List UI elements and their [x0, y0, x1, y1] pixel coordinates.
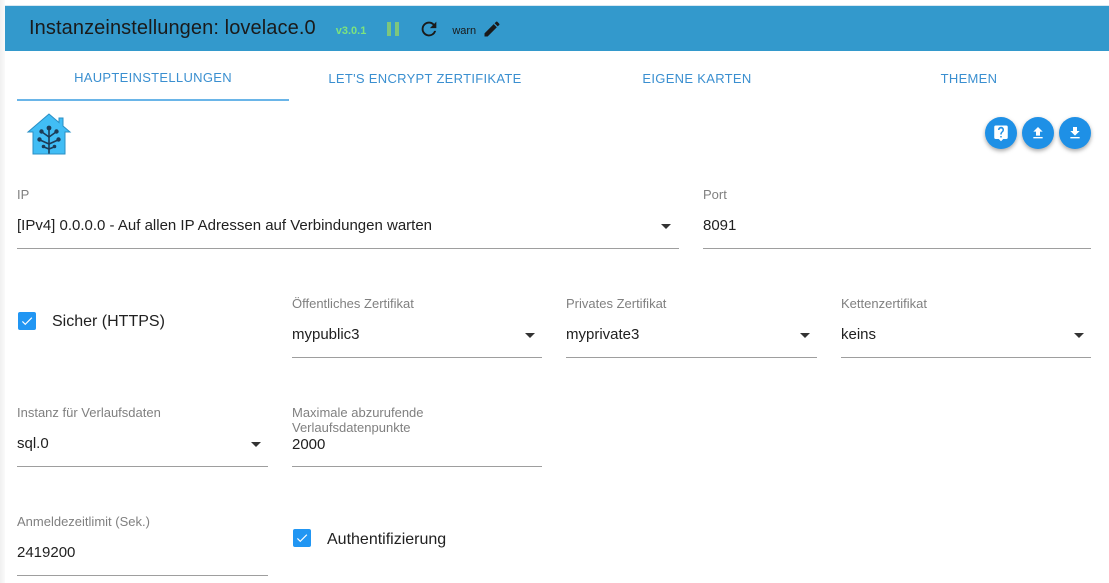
history-instance-select[interactable]: Instanz für Verlaufsdaten sql.0 — [17, 405, 268, 468]
public-cert-select[interactable]: Öffentliches Zertifikat mypublic3 — [292, 296, 542, 359]
chevron-down-icon — [661, 224, 671, 229]
upload-icon — [1033, 127, 1043, 139]
lovelace-logo-icon — [25, 112, 73, 156]
help-icon — [994, 125, 1008, 142]
ip-select[interactable]: IP [IPv4] 0.0.0.0 - Auf allen IP Adresse… — [17, 187, 679, 250]
port-value: 8091 — [703, 217, 737, 234]
edit-icon[interactable] — [482, 19, 502, 39]
tab-themen[interactable]: THEMEN — [833, 55, 1105, 101]
chevron-down-icon — [800, 333, 810, 338]
private-cert-value: myprivate3 — [566, 326, 640, 343]
auth-label: Authentifizierung — [327, 531, 447, 548]
max-history-value: 2000 — [292, 436, 326, 453]
port-underline — [703, 248, 1091, 249]
chain-cert-value: keins — [841, 326, 877, 343]
max-history-label-2: Verlaufsdatenpunkte — [292, 420, 411, 435]
private-cert-select[interactable]: Privates Zertifikat myprivate3 — [566, 296, 817, 359]
port-label: Port — [703, 187, 727, 202]
max-history-label-1: Maximale abzurufende — [292, 405, 424, 420]
login-timeout-value: 2419200 — [17, 544, 76, 561]
port-field[interactable]: Port 8091 — [703, 187, 1091, 250]
login-timeout-field[interactable]: Anmeldezeitlimit (Sek.) 2419200 — [17, 514, 268, 577]
public-cert-underline — [292, 357, 542, 358]
instance-settings-header: Instanzeinstellungen: lovelace.0 v3.0.1 … — [5, 5, 1109, 51]
private-cert-label: Privates Zertifikat — [566, 296, 667, 311]
public-cert-value: mypublic3 — [292, 326, 360, 343]
login-timeout-label: Anmeldezeitlimit (Sek.) — [17, 514, 150, 529]
reload-icon[interactable] — [418, 18, 440, 40]
ip-value: [IPv4] 0.0.0.0 - Auf allen IP Adressen a… — [17, 217, 433, 234]
tab-lets-encrypt[interactable]: LET'S ENCRYPT ZERTIFIKATE — [289, 55, 561, 101]
chevron-down-icon — [1074, 333, 1084, 338]
checkmark-icon — [21, 317, 33, 326]
chain-cert-label: Kettenzertifikat — [841, 296, 927, 311]
history-instance-label: Instanz für Verlaufsdaten — [17, 405, 161, 420]
max-history-field[interactable]: Maximale abzurufende Verlaufsdatenpunkte… — [292, 405, 542, 468]
page-title: Instanzeinstellungen: lovelace.0 — [29, 17, 316, 39]
ip-label: IP — [17, 187, 30, 202]
settings-tabs: HAUPTEINSTELLUNGEN LET'S ENCRYPT ZERTIFI… — [17, 55, 1109, 101]
history-instance-value: sql.0 — [17, 435, 49, 452]
upload-button[interactable] — [1022, 117, 1054, 149]
ip-underline — [17, 248, 679, 249]
chevron-down-icon — [525, 333, 535, 338]
secure-label: Sicher (HTTPS) — [52, 313, 165, 330]
history-instance-underline — [17, 466, 268, 467]
log-level-label: warn — [452, 24, 477, 37]
checkmark-icon — [296, 534, 308, 543]
download-button[interactable] — [1059, 117, 1091, 149]
chain-cert-underline — [841, 357, 1091, 358]
pause-icon[interactable] — [386, 21, 400, 37]
download-icon — [1070, 127, 1080, 139]
version-badge: v3.0.1 — [335, 24, 367, 37]
login-timeout-underline — [17, 575, 268, 576]
tab-eigene-karten[interactable]: EIGENE KARTEN — [561, 55, 833, 101]
private-cert-underline — [566, 357, 817, 358]
secure-checkbox[interactable] — [18, 312, 36, 330]
tab-haupteinstellungen[interactable]: HAUPTEINSTELLUNGEN — [17, 55, 289, 101]
auth-checkbox[interactable] — [293, 529, 311, 547]
left-edge — [0, 0, 5, 583]
chevron-down-icon — [251, 442, 261, 447]
chain-cert-select[interactable]: Kettenzertifikat keins — [841, 296, 1091, 359]
help-button[interactable] — [985, 117, 1017, 149]
max-history-underline — [292, 466, 542, 467]
public-cert-label: Öffentliches Zertifikat — [292, 296, 414, 311]
